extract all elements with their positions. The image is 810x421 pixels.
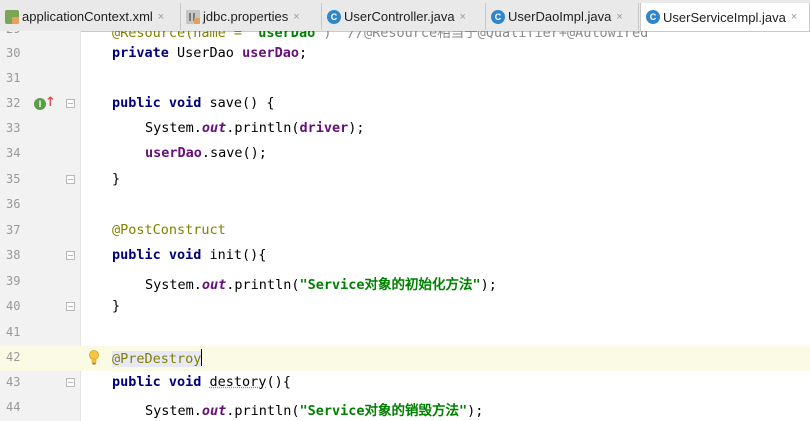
line-number: 33 <box>6 121 21 135</box>
code-line: 44 System.out.println("Service对象的销毁方法"); <box>0 396 810 421</box>
tab-user-service-impl-java[interactable]: C UserServiceImpl.java × <box>640 3 810 31</box>
line-number: 42 <box>6 350 21 364</box>
code-text: } <box>112 298 121 314</box>
close-icon[interactable]: × <box>460 11 466 23</box>
code-line: 39 System.out.println("Service对象的初始化方法")… <box>0 270 810 295</box>
line-number: 39 <box>6 274 21 288</box>
code-line: 40 } <box>0 295 810 320</box>
code-line: 35 } <box>0 168 810 193</box>
line-number: 30 <box>6 46 21 60</box>
code-line: 31 <box>0 67 810 92</box>
line-number: 37 <box>6 223 21 237</box>
code-line: 34 userDao.save(); <box>0 142 810 167</box>
tab-label: UserServiceImpl.java <box>663 9 786 25</box>
code-text: public void save() { <box>112 95 275 111</box>
close-icon[interactable]: × <box>791 11 797 23</box>
fold-icon[interactable] <box>66 302 75 311</box>
line-number: 32 <box>6 96 21 110</box>
code-text: @PreDestroy <box>112 349 203 367</box>
code-text: } <box>112 171 121 187</box>
fold-icon[interactable] <box>66 175 75 184</box>
close-icon[interactable]: × <box>293 11 299 23</box>
code-line: 36 <box>0 193 810 218</box>
line-number: 40 <box>6 299 21 313</box>
line-number: 31 <box>6 71 21 85</box>
code-text: private UserDao userDao; <box>112 45 308 61</box>
line-number: 43 <box>6 375 21 389</box>
code-line: 32 I ↑ public void save() { <box>0 92 810 117</box>
line-number: 29 <box>6 31 20 36</box>
code-text: @PostConstruct <box>112 222 226 238</box>
tab-label: jdbc.properties <box>203 9 289 24</box>
code-editor[interactable]: 29 @Resource(name = "userDao") //@Resour… <box>0 31 810 421</box>
tab-label: UserController.java <box>344 9 455 24</box>
properties-file-icon <box>186 9 200 24</box>
xml-file-icon <box>5 9 19 24</box>
line-number: 41 <box>6 325 21 339</box>
lightbulb-icon[interactable] <box>89 350 99 365</box>
code-text: System.out.println("Service对象的初始化方法"); <box>145 277 497 293</box>
code-line: 41 <box>0 321 810 346</box>
tab-label: UserDaoImpl.java <box>508 9 612 24</box>
java-class-icon: C <box>491 9 505 24</box>
close-icon[interactable]: × <box>616 11 622 23</box>
close-icon[interactable]: × <box>158 11 164 23</box>
tab-application-context-xml[interactable]: applicationContext.xml × <box>0 3 181 30</box>
code-line: 43 public void destory(){ <box>0 371 810 396</box>
editor-tab-bar: applicationContext.xml × jdbc.properties… <box>0 0 810 32</box>
fold-icon[interactable] <box>66 378 75 387</box>
tab-jdbc-properties[interactable]: jdbc.properties × <box>181 3 322 30</box>
java-class-icon: C <box>327 9 341 24</box>
code-text: System.out.println("Service对象的销毁方法"); <box>145 403 484 419</box>
code-line-current: 42 @PreDestroy <box>0 346 810 371</box>
tab-user-controller-java[interactable]: C UserController.java × <box>322 3 486 30</box>
java-class-icon: C <box>646 10 660 24</box>
code-text: @Resource(name = "userDao") //@Resource相… <box>112 31 649 41</box>
text-cursor <box>201 349 203 366</box>
code-text: public void init(){ <box>112 247 267 263</box>
code-text: public void destory(){ <box>112 374 291 390</box>
tab-user-dao-impl-java[interactable]: C UserDaoImpl.java × <box>486 3 639 30</box>
fold-icon[interactable] <box>66 99 75 108</box>
line-number: 38 <box>6 248 21 262</box>
code-line: 30 private UserDao userDao; <box>0 42 810 67</box>
line-number: 35 <box>6 172 21 186</box>
override-arrow-icon[interactable]: ↑ <box>45 95 56 110</box>
fold-icon[interactable] <box>66 251 75 260</box>
line-number: 44 <box>6 400 21 414</box>
tab-label: applicationContext.xml <box>22 9 153 24</box>
code-line: 38 public void init(){ <box>0 244 810 269</box>
line-number: 36 <box>6 197 21 211</box>
code-line: 37 @PostConstruct <box>0 219 810 244</box>
code-text: userDao.save(); <box>145 145 267 161</box>
code-line: 33 System.out.println(driver); <box>0 117 810 142</box>
line-number: 34 <box>6 146 21 160</box>
code-text: System.out.println(driver); <box>145 120 365 136</box>
